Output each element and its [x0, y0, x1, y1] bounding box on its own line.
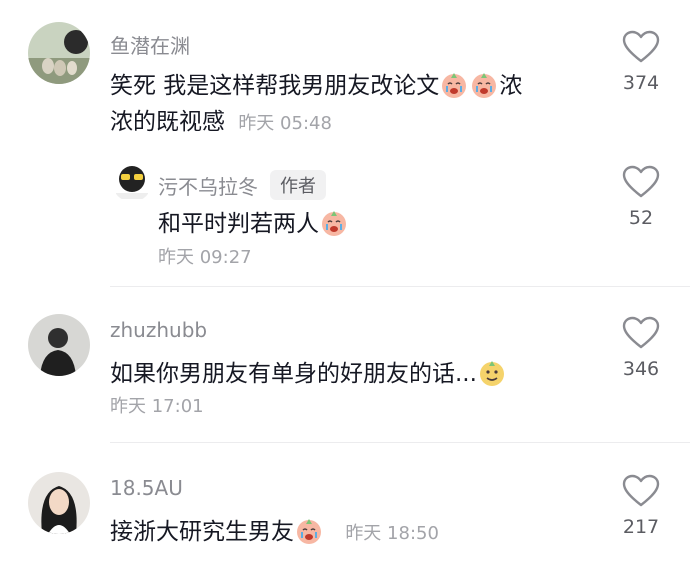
comment-text-content: 接浙大研究生男友	[110, 519, 294, 545]
reply-time: 昨天 09:27	[158, 247, 252, 268]
comment-username[interactable]: zhuzhubb	[110, 318, 207, 342]
like-count: 374	[622, 72, 660, 94]
comment-time: 昨天 17:01	[110, 396, 204, 417]
comment-text-line: 笑死 我是这样帮我男朋友改论文	[110, 73, 440, 99]
comment-text-content: 如果你男朋友有单身的好朋友的话...	[110, 361, 477, 387]
crying-face-icon	[440, 71, 468, 99]
like-count: 346	[622, 358, 660, 380]
duck-photo-avatar-icon	[28, 22, 90, 84]
avatar[interactable]	[28, 22, 90, 84]
comment-text-tail: 浓	[499, 73, 523, 99]
person-photo-avatar-icon	[28, 314, 90, 376]
crying-face-icon	[470, 71, 498, 99]
divider	[110, 442, 690, 443]
avatar[interactable]	[28, 314, 90, 376]
like-button[interactable]: 217	[618, 474, 664, 538]
reply-username[interactable]: 污不乌拉冬 作者	[158, 170, 326, 200]
portrait-photo-avatar-icon	[28, 472, 90, 534]
heart-icon	[622, 316, 660, 349]
comment-time: 昨天 18:50	[345, 523, 439, 544]
comment-username[interactable]: 18.5AU	[110, 476, 183, 500]
like-button[interactable]: 52	[618, 165, 664, 229]
author-badge: 作者	[270, 170, 326, 200]
heart-icon	[622, 165, 660, 198]
like-button[interactable]: 346	[618, 316, 664, 380]
heart-icon	[622, 30, 660, 63]
comment-text: 接浙大研究生男友 昨天 18:50	[110, 514, 439, 552]
comment-text-line: 浓的既视感	[110, 109, 225, 135]
avatar[interactable]	[112, 162, 152, 202]
divider	[110, 286, 690, 287]
comment-username[interactable]: 鱼潜在渊	[110, 30, 190, 59]
reply-text-content: 和平时判若两人	[158, 211, 319, 237]
heart-icon	[622, 474, 660, 507]
crying-face-icon	[295, 517, 323, 545]
like-count: 52	[628, 207, 654, 229]
reply-text: 和平时判若两人	[158, 206, 349, 242]
comment-text: 如果你男朋友有单身的好朋友的话...	[110, 356, 507, 392]
like-button[interactable]: 374	[618, 30, 664, 94]
smirk-face-icon	[478, 359, 506, 387]
avatar[interactable]	[28, 472, 90, 534]
comment-time: 昨天 05:48	[238, 113, 332, 134]
sunglasses-sticker-avatar-icon	[112, 162, 152, 202]
reply-username-text: 污不乌拉冬	[158, 175, 258, 199]
crying-face-icon	[320, 209, 348, 237]
comment-text: 笑死 我是这样帮我男朋友改论文 浓 浓的既视感 昨天 05:48	[110, 68, 610, 142]
like-count: 217	[622, 516, 660, 538]
